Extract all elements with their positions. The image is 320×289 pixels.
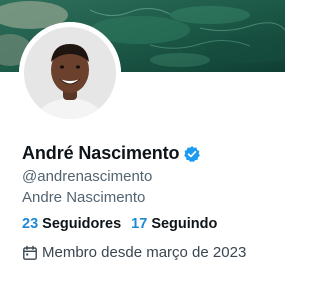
join-date-text: Membro desde março de 2023	[42, 244, 247, 261]
following-label: Seguindo	[151, 216, 218, 232]
profile-card: André Nascimento @andrenascimento Andre …	[0, 0, 285, 289]
following-count: 17	[131, 216, 148, 232]
join-date: Membro desde março de 2023	[22, 244, 246, 261]
user-handle: @andrenascimento	[22, 168, 153, 185]
verified-badge-icon[interactable]	[183, 145, 201, 163]
followers-label: Seguidores	[42, 216, 122, 232]
followers-link[interactable]: 23 Seguidores	[22, 216, 121, 232]
calendar-icon	[22, 245, 38, 261]
followers-count: 23	[22, 216, 39, 232]
follow-stats: 23 Seguidores 17 Seguindo	[22, 216, 217, 232]
display-name-row: André Nascimento	[22, 143, 201, 164]
following-link[interactable]: 17 Seguindo	[131, 216, 217, 232]
secondary-name: Andre Nascimento	[22, 189, 146, 206]
avatar[interactable]	[19, 22, 121, 124]
display-name: André Nascimento	[22, 143, 180, 163]
